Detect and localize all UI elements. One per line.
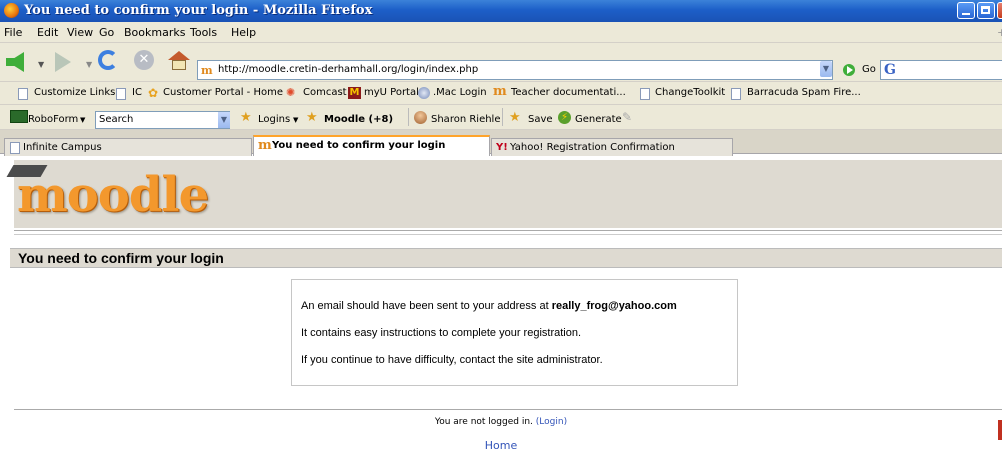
- menu-edit[interactable]: Edit: [37, 26, 58, 39]
- save-button[interactable]: Save: [528, 114, 553, 125]
- comcast-icon: ✺: [286, 86, 296, 99]
- menu-help[interactable]: Help: [231, 26, 256, 39]
- bookmark-mac-login[interactable]: .Mac Login: [433, 87, 487, 98]
- bookmark-teacher-documentation[interactable]: Teacher documentati...: [511, 87, 626, 98]
- logins-button[interactable]: Logins: [258, 114, 290, 125]
- dropdown-icon[interactable]: ▼: [293, 116, 298, 124]
- menu-view[interactable]: View: [67, 26, 93, 39]
- menu-go[interactable]: Go: [99, 26, 114, 39]
- bookmark-myu-portal[interactable]: myU Portal: [364, 87, 419, 98]
- not-logged-in-text: You are not logged in.: [434, 417, 533, 427]
- stop-icon[interactable]: ✕: [134, 50, 154, 70]
- grip-icon: +: [997, 26, 1002, 39]
- notice-email-prefix: An email should have been sent to your a…: [301, 300, 549, 312]
- flower-icon: ✿: [148, 86, 159, 100]
- page-icon: [18, 88, 28, 100]
- roboform-search-value[interactable]: Search: [99, 114, 133, 125]
- bookmark-comcast[interactable]: Comcast: [303, 87, 347, 98]
- moodle-favicon-icon: m: [258, 138, 272, 153]
- notice-line-email: An email should have been sent to your a…: [301, 300, 677, 312]
- page-icon: [731, 88, 741, 100]
- roboform-menu[interactable]: RoboForm: [28, 114, 78, 125]
- window-title-bar: You need to confirm your login - Mozilla…: [0, 0, 1002, 22]
- notice-email-address: really_frog@yahoo.com: [551, 300, 677, 312]
- divider: [14, 230, 1002, 231]
- go-arrow-icon[interactable]: [843, 64, 855, 76]
- page-icon: [640, 88, 650, 100]
- maximize-button[interactable]: [977, 2, 995, 19]
- search-input[interactable]: [880, 60, 1002, 80]
- page-icon: [10, 142, 20, 154]
- tab-confirm-login[interactable]: m You need to confirm your login: [253, 135, 490, 156]
- forward-dropdown-icon[interactable]: ▼: [86, 60, 92, 69]
- home-icon[interactable]: [168, 51, 190, 71]
- myu-icon: M: [348, 87, 361, 99]
- close-button[interactable]: [997, 2, 1002, 19]
- reload-icon[interactable]: [98, 50, 118, 70]
- page-icon: [116, 88, 126, 100]
- separator: [502, 108, 503, 126]
- menu-bookmarks[interactable]: Bookmarks: [124, 26, 185, 39]
- generate-icon: ⚡: [558, 111, 571, 124]
- pen-icon[interactable]: ✎: [622, 110, 632, 124]
- bookmark-changetoolkit[interactable]: ChangeToolkit: [655, 87, 725, 98]
- bookmark-ic[interactable]: IC: [132, 87, 142, 98]
- minimize-button[interactable]: [957, 2, 975, 19]
- google-icon[interactable]: G: [884, 62, 896, 78]
- separator: [408, 108, 409, 126]
- forward-arrow-icon[interactable]: [55, 52, 71, 72]
- menu-bar: File Edit View Go Bookmarks Tools Help +: [0, 22, 1002, 43]
- tab-yahoo-registration[interactable]: Y! Yahoo! Registration Confirmation: [491, 138, 733, 156]
- go-button[interactable]: Go: [862, 64, 876, 75]
- scroll-marker: [998, 420, 1002, 440]
- divider: [14, 409, 1002, 410]
- generate-button[interactable]: Generate: [575, 114, 622, 125]
- tab-infinite-campus[interactable]: Infinite Campus: [4, 138, 252, 156]
- yahoo-icon: Y!: [496, 142, 508, 153]
- page-title: You need to confirm your login: [18, 250, 224, 266]
- bookmark-customize-links[interactable]: Customize Links: [34, 87, 115, 98]
- bookmark-customer-portal[interactable]: Customer Portal - Home: [163, 87, 283, 98]
- dropdown-icon[interactable]: ▼: [80, 116, 85, 124]
- tab-label: Yahoo! Registration Confirmation: [510, 142, 675, 153]
- window-title: You need to confirm your login - Mozilla…: [24, 3, 373, 18]
- mac-icon: [418, 87, 430, 99]
- back-dropdown-icon[interactable]: ▼: [38, 60, 44, 69]
- tab-label: Infinite Campus: [23, 142, 102, 153]
- roboform-icon: [10, 110, 28, 123]
- moodle-logo[interactable]: moodle: [17, 166, 209, 224]
- firefox-icon: [4, 3, 19, 18]
- bookmark-barracuda[interactable]: Barracuda Spam Fire...: [747, 87, 861, 98]
- menu-tools[interactable]: Tools: [190, 26, 217, 39]
- divider: [14, 234, 1002, 235]
- login-link[interactable]: (Login): [536, 417, 567, 427]
- identity-user-button[interactable]: Sharon Riehle: [431, 114, 501, 125]
- back-arrow-icon[interactable]: [6, 52, 24, 72]
- moodle-login-button[interactable]: Moodle (+8): [324, 114, 393, 125]
- logins-icon: ★: [240, 110, 252, 125]
- tab-label: You need to confirm your login: [272, 140, 446, 151]
- user-icon: [414, 111, 427, 124]
- home-link[interactable]: Home: [0, 439, 1002, 452]
- moodle-favicon-icon: m: [493, 84, 507, 99]
- moodle-favicon-icon: m: [201, 64, 213, 77]
- save-icon: ★: [509, 110, 521, 125]
- menu-file[interactable]: File: [4, 26, 22, 39]
- notice-line-difficulty: If you continue to have difficulty, cont…: [301, 354, 603, 366]
- url-text[interactable]: http://moodle.cretin-derhamhall.org/logi…: [218, 64, 478, 75]
- search-dropdown-icon[interactable]: ▼: [218, 112, 230, 128]
- url-dropdown-icon[interactable]: ▼: [820, 61, 832, 77]
- identity-icon: ★: [306, 110, 318, 125]
- notice-line-instructions: It contains easy instructions to complet…: [301, 327, 582, 339]
- login-info: You are not logged in. (Login): [0, 417, 1002, 427]
